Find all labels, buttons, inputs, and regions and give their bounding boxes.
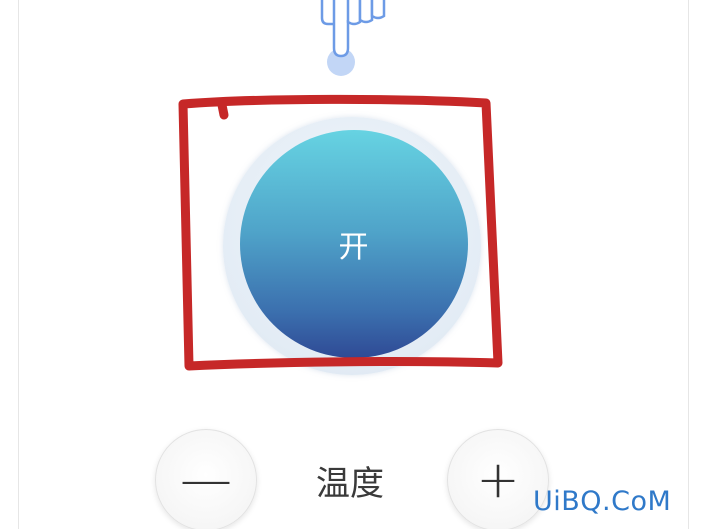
temperature-decrease-button[interactable]: — — [155, 429, 257, 529]
power-button-label: 开 — [338, 230, 370, 265]
pointing-hand-icon — [320, 0, 386, 76]
remote-control-screen: 开 — 温度 + UiBQ.CoM — [0, 0, 706, 529]
plus-icon: + — [476, 450, 520, 510]
right-edge-divider — [688, 0, 689, 529]
minus-icon: — — [180, 450, 232, 510]
temperature-label: 温度 — [316, 464, 384, 504]
power-on-button[interactable]: 开 — [240, 130, 468, 358]
left-edge-divider — [18, 0, 19, 529]
watermark: UiBQ.CoM — [533, 486, 672, 517]
